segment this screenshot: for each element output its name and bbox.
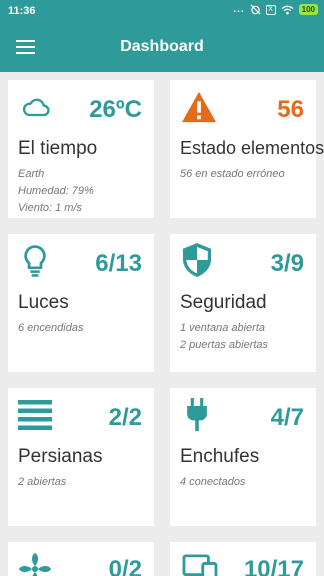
status-details: 56 en estado erróneo (180, 166, 285, 183)
battery-indicator: 100 (298, 4, 318, 15)
status-time: 11:36 (8, 5, 36, 17)
security-details: 1 ventana abierta 2 puertas abiertas (180, 320, 268, 354)
status-card[interactable]: 56 Estado elementos 56 en estado erróneo (170, 80, 324, 218)
plugs-count: 4/7 (270, 404, 304, 431)
status-error-text: 56 en estado erróneo (180, 168, 285, 180)
wifi-icon (281, 5, 294, 14)
lights-title: Luces (18, 292, 69, 313)
plugs-card[interactable]: 4/7 Enchufes 4 conectados (170, 388, 316, 526)
devices-card[interactable]: 10/17 (170, 542, 316, 576)
plugs-connected-text: 4 conectados (180, 476, 246, 488)
weather-temperature: 26ºC (89, 96, 142, 123)
lights-card[interactable]: 6/13 Luces 6 encendidas (8, 234, 154, 372)
blinds-card[interactable]: 2/2 Persianas 2 abiertas (8, 388, 154, 526)
weather-wind: Viento: 1 m/s (18, 202, 82, 214)
sim-x-icon: X (265, 4, 276, 15)
shield-icon (182, 243, 212, 277)
security-count: 3/9 (270, 250, 304, 277)
blinds-count: 2/2 (108, 404, 142, 431)
devices-icon (182, 554, 218, 576)
security-title: Seguridad (180, 292, 267, 313)
plugs-title: Enchufes (180, 446, 260, 467)
app-header: 11:36 ... X 100 Dashboard (0, 0, 324, 72)
weather-details: Earth Humedad: 79% Viento: 1 m/s (18, 166, 94, 217)
lights-on-text: 6 encendidas (18, 322, 84, 334)
status-bar: 11:36 ... X 100 (0, 0, 324, 24)
weather-card[interactable]: 26ºC El tiempo Earth Humedad: 79% Viento… (8, 80, 154, 218)
lights-details: 6 encendidas (18, 320, 83, 337)
warning-icon (182, 91, 216, 123)
security-windows-text: 1 ventana abierta (180, 322, 266, 334)
blinds-icon (18, 400, 52, 430)
weather-location: Earth (18, 168, 45, 180)
lights-count: 6/13 (95, 250, 142, 277)
plug-icon (187, 398, 207, 432)
lightbulb-icon (24, 245, 46, 277)
security-doors-text: 2 puertas abiertas (180, 339, 269, 351)
status-icons: ... X 100 (233, 4, 318, 15)
status-title: Estado elementos (180, 138, 324, 158)
weather-humidity: Humedad: 79% (18, 185, 94, 197)
blinds-title: Persianas (18, 446, 103, 467)
more-dots-icon: ... (233, 4, 245, 15)
blinds-details: 2 abiertas (18, 474, 66, 491)
plugs-details: 4 conectados (180, 474, 245, 491)
blinds-open-text: 2 abiertas (18, 476, 67, 488)
devices-count: 10/17 (243, 556, 304, 576)
fan-icon (19, 553, 51, 576)
alarm-off-icon (250, 4, 261, 15)
fan-count: 0/2 (108, 556, 142, 576)
weather-title: El tiempo (18, 138, 98, 159)
fan-card[interactable]: 0/2 (8, 542, 154, 576)
page-title: Dashboard (120, 38, 204, 55)
cloud-icon (22, 98, 50, 117)
security-card[interactable]: 3/9 Seguridad 1 ventana abierta 2 puerta… (170, 234, 316, 372)
status-error-count: 56 (277, 96, 304, 123)
